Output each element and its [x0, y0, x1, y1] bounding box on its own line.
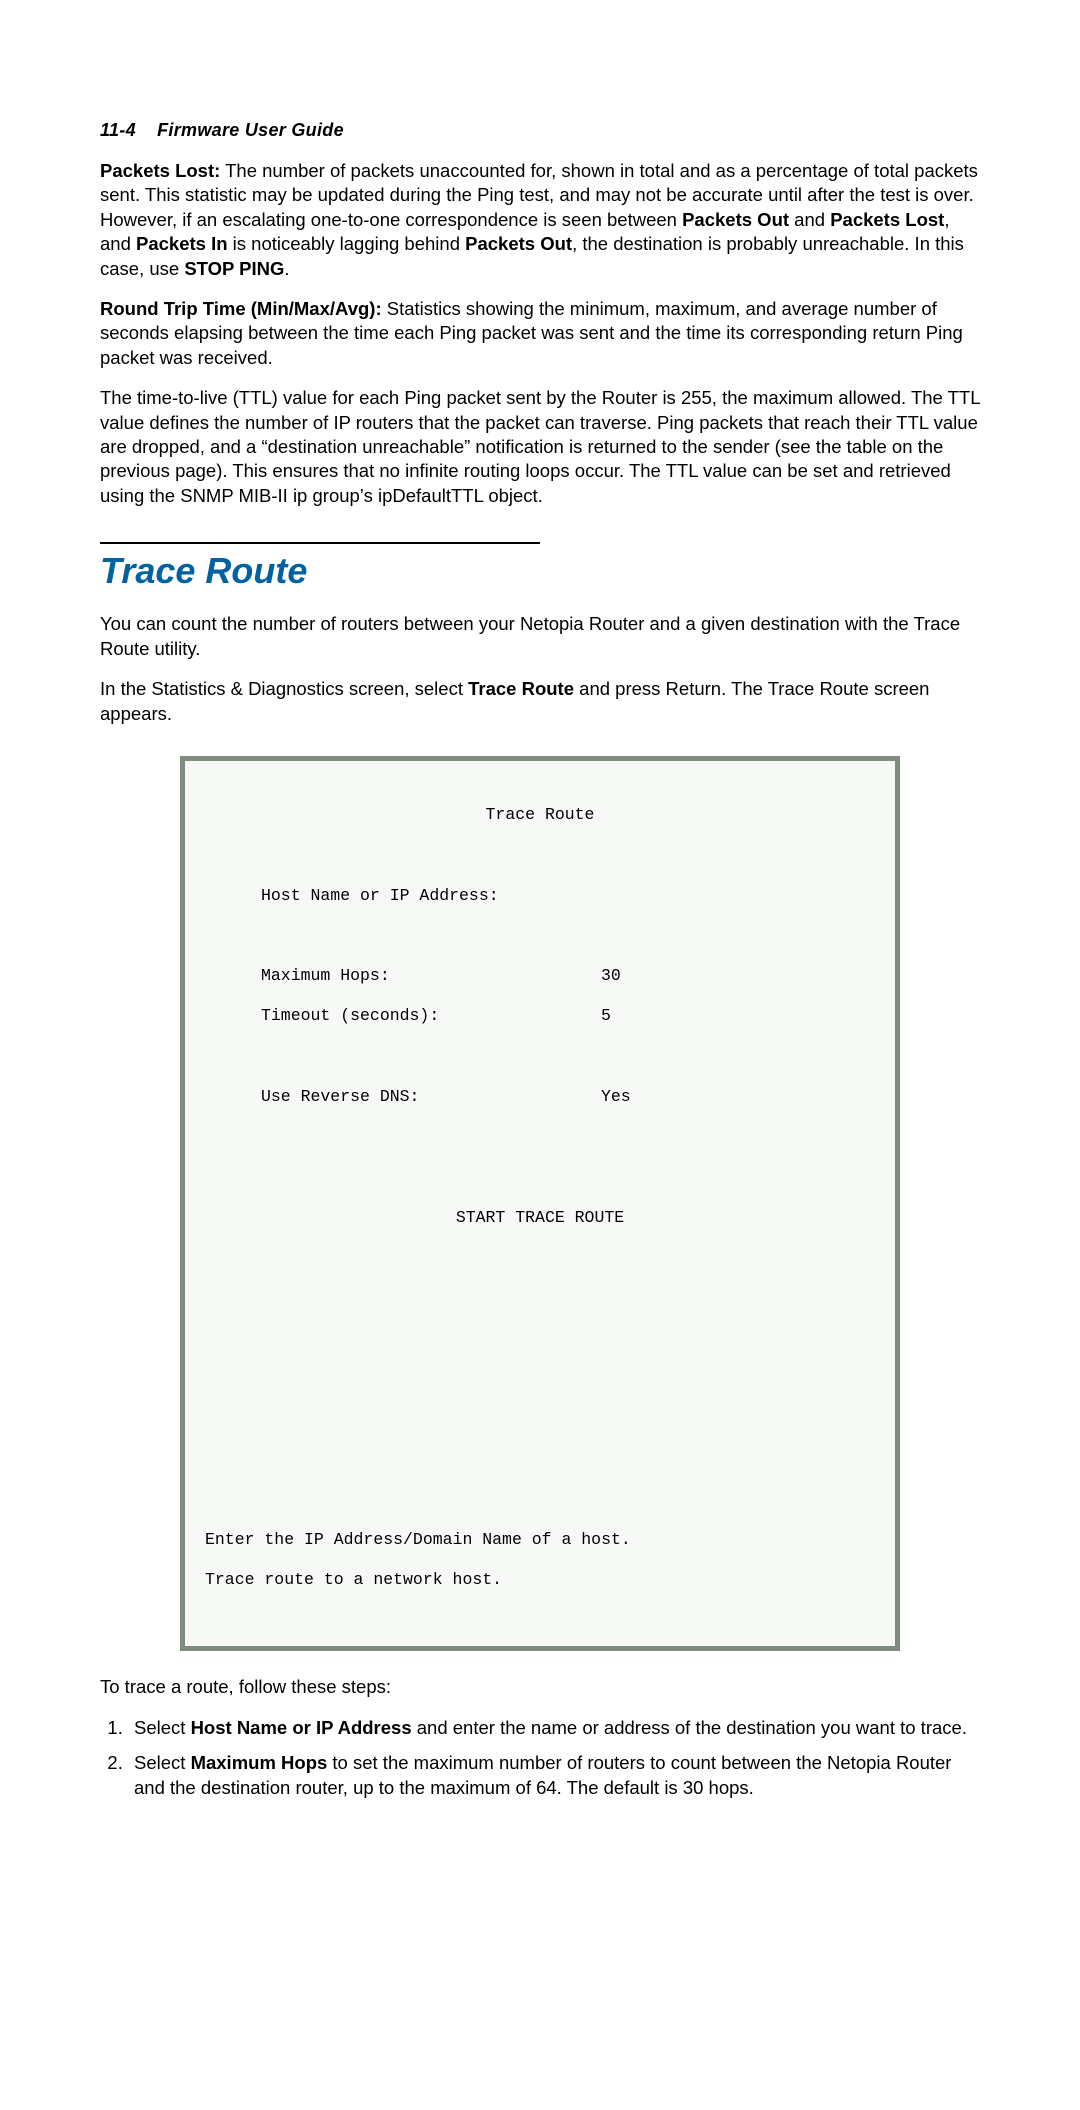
step-1: Select Host Name or IP Address and enter…	[128, 1716, 980, 1741]
steps-list: Select Host Name or IP Address and enter…	[100, 1716, 980, 1801]
field-max-hops-label[interactable]: Maximum Hops:	[205, 966, 601, 986]
paragraph-trace-select: In the Statistics & Diagnostics screen, …	[100, 677, 980, 726]
terminal-footer-line2: Trace route to a network host.	[205, 1570, 875, 1590]
terminal-title: Trace Route	[205, 805, 875, 825]
text: In the Statistics & Diagnostics screen, …	[100, 678, 468, 699]
field-timeout-label[interactable]: Timeout (seconds):	[205, 1006, 601, 1026]
page-number: 11-4	[100, 120, 136, 140]
bold-maximum-hops: Maximum Hops	[191, 1752, 328, 1773]
text: Select	[134, 1717, 191, 1738]
field-reverse-dns-label[interactable]: Use Reverse DNS:	[205, 1087, 601, 1107]
bold-trace-route: Trace Route	[468, 678, 574, 699]
field-max-hops-value[interactable]: 30	[601, 966, 875, 986]
page-header-title: Firmware User Guide	[157, 120, 344, 140]
section-divider	[100, 542, 540, 544]
text: .	[284, 258, 289, 279]
bold-packets-out: Packets Out	[682, 209, 789, 230]
field-reverse-dns-value[interactable]: Yes	[601, 1087, 875, 1107]
text: You can count the number of routers betw…	[100, 613, 960, 658]
bold-stop-ping: STOP PING	[184, 258, 284, 279]
step-2: Select Maximum Hops to set the maximum n…	[128, 1751, 980, 1801]
field-host-label[interactable]: Host Name or IP Address:	[205, 886, 601, 906]
bold-packets-lost: Packets Lost	[830, 209, 944, 230]
paragraph-trace-intro: You can count the number of routers betw…	[100, 612, 980, 661]
bold-packets-out-2: Packets Out	[465, 233, 572, 254]
paragraph-round-trip: Round Trip Time (Min/Max/Avg): Statistic…	[100, 297, 980, 370]
document-page: 11-4 Firmware User Guide Packets Lost: T…	[0, 0, 1080, 2110]
text: is noticeably lagging behind	[228, 233, 466, 254]
start-trace-route-button[interactable]: START TRACE ROUTE	[205, 1208, 875, 1228]
paragraph-ttl: The time-to-live (TTL) value for each Pi…	[100, 386, 980, 508]
text: and	[789, 209, 830, 230]
bold-packets-in: Packets In	[136, 233, 228, 254]
paragraph-steps-intro: To trace a route, follow these steps:	[100, 1675, 980, 1699]
terminal-footer-line1: Enter the IP Address/Domain Name of a ho…	[205, 1530, 875, 1550]
terminal-trace-route: Trace Route Host Name or IP Address: Max…	[180, 756, 900, 1651]
field-timeout-value[interactable]: 5	[601, 1006, 875, 1026]
section-heading-trace-route: Trace Route	[100, 550, 980, 592]
label-packets-lost: Packets Lost:	[100, 160, 220, 181]
text: and enter the name or address of the des…	[412, 1717, 967, 1738]
text: The time-to-live (TTL) value for each Pi…	[100, 387, 980, 506]
field-host-value[interactable]	[601, 886, 875, 906]
paragraph-packets-lost: Packets Lost: The number of packets unac…	[100, 159, 980, 281]
bold-host-name: Host Name or IP Address	[191, 1717, 412, 1738]
text: Select	[134, 1752, 191, 1773]
page-header: 11-4 Firmware User Guide	[100, 120, 980, 141]
text: To trace a route, follow these steps:	[100, 1676, 391, 1697]
label-round-trip: Round Trip Time (Min/Max/Avg):	[100, 298, 382, 319]
